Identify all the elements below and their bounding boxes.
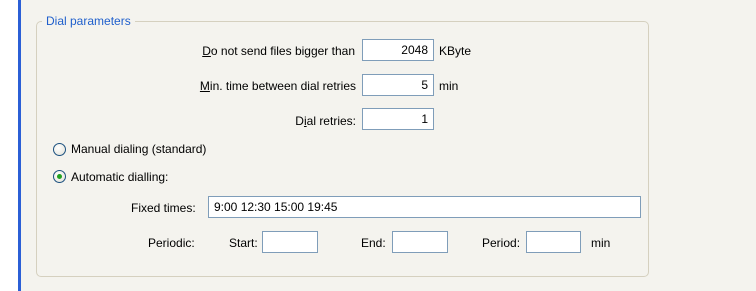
left-margin xyxy=(0,0,18,291)
manual-dialing-radio[interactable] xyxy=(53,143,66,156)
max-file-size-label-text: o not send files bigger than xyxy=(210,44,355,58)
manual-dialing-label[interactable]: Manual dialing (standard) xyxy=(71,142,206,156)
dial-retries-field[interactable]: 1 xyxy=(362,108,434,130)
end-field[interactable] xyxy=(392,231,448,253)
group-title: Dial parameters xyxy=(42,14,135,28)
end-label: End: xyxy=(361,236,386,250)
max-file-size-field[interactable]: 2048 xyxy=(362,39,434,61)
period-unit: min xyxy=(591,236,611,250)
period-field[interactable] xyxy=(526,231,581,253)
start-field[interactable] xyxy=(262,231,318,253)
max-file-size-label: Do not send files bigger than xyxy=(150,44,355,58)
min-time-label: Min. time between dial retries xyxy=(150,79,356,93)
min-time-label-text: in. time between dial retries xyxy=(209,79,356,93)
automatic-dialling-label[interactable]: Automatic dialling: xyxy=(71,170,168,184)
min-time-unit: min xyxy=(439,79,459,93)
radio-selected-dot xyxy=(57,174,62,179)
min-time-field[interactable]: 5 xyxy=(362,74,434,96)
max-file-size-unit: KByte xyxy=(439,44,472,58)
period-label: Period: xyxy=(482,236,521,250)
min-time-label-mnemonic: M xyxy=(199,79,210,93)
periodic-label: Periodic: xyxy=(148,236,195,250)
dial-retries-label: Dial retries: xyxy=(250,114,356,128)
automatic-dialling-radio[interactable] xyxy=(53,170,66,183)
dial-retries-label-pre: D xyxy=(295,114,304,128)
fixed-times-field[interactable]: 9:00 12:30 15:00 19:45 xyxy=(208,196,641,218)
start-label: Start: xyxy=(229,236,258,250)
dial-retries-label-text: al retries: xyxy=(306,114,356,128)
max-file-size-label-mnemonic: D xyxy=(202,44,211,58)
fixed-times-label: Fixed times: xyxy=(131,201,196,215)
